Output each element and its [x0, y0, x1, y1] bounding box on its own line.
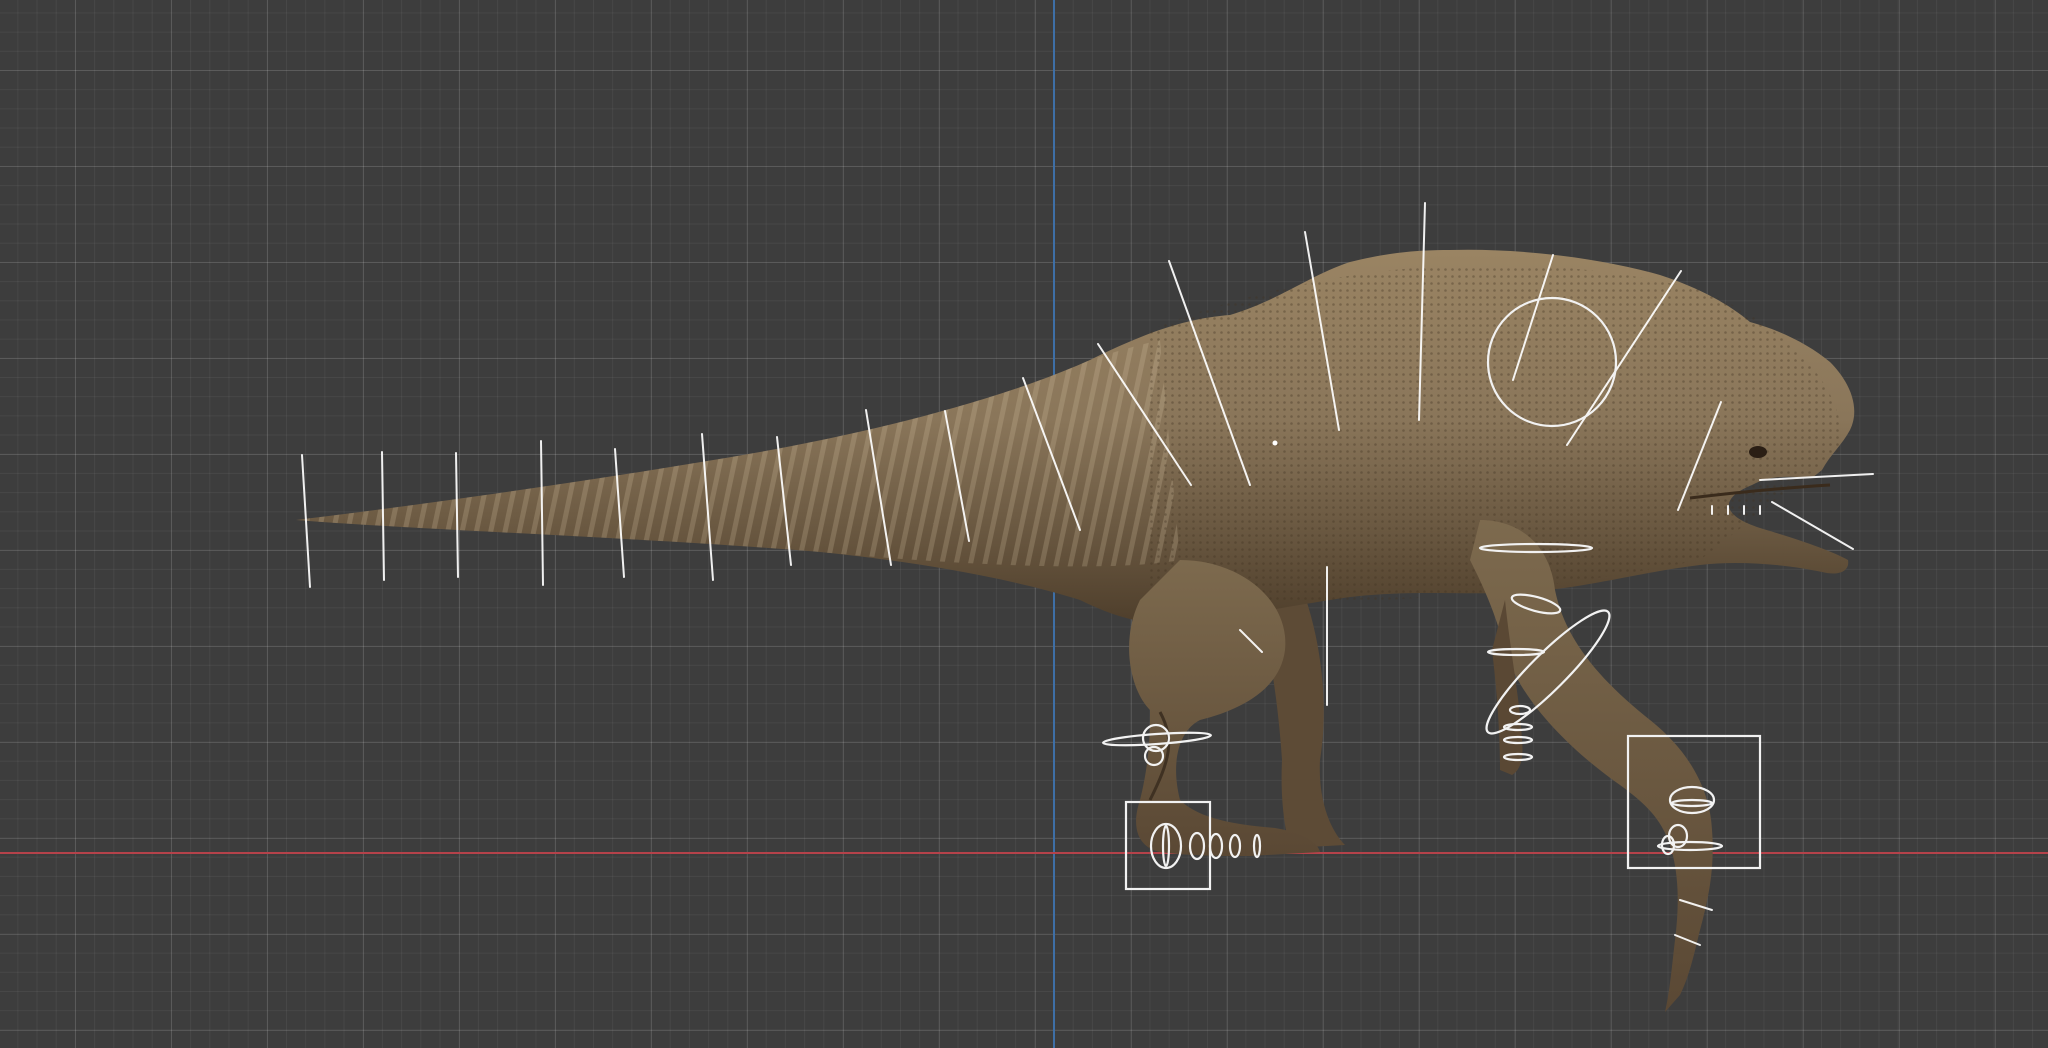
eye	[1749, 446, 1767, 458]
dinosaur-body	[296, 249, 1855, 625]
dinosaur-model[interactable]	[0, 0, 2048, 1048]
near-arm	[1470, 520, 1713, 1012]
3d-viewport[interactable]	[0, 0, 2048, 1048]
